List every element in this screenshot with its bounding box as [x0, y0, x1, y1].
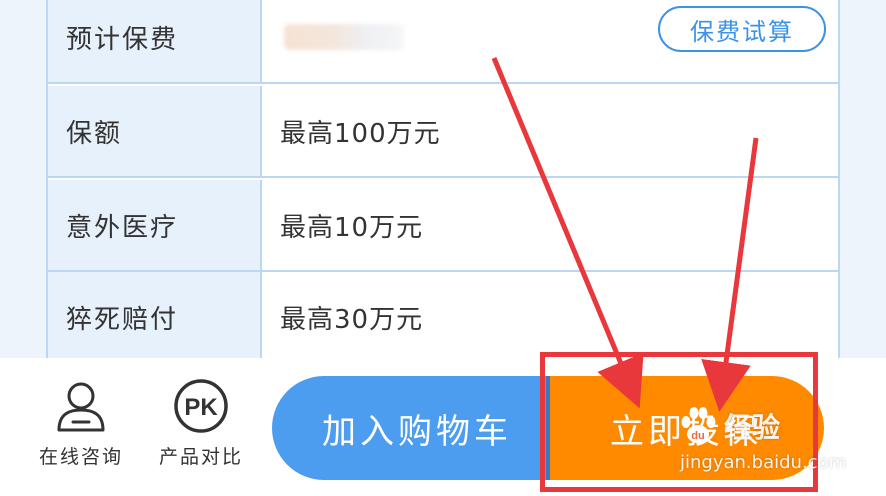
- premium-blurred-value: [284, 24, 404, 50]
- online-consult-button[interactable]: 在线咨询: [26, 378, 136, 488]
- product-compare-button[interactable]: PK 产品对比: [146, 378, 256, 488]
- pk-icon-text: PK: [184, 394, 218, 421]
- add-to-cart-button[interactable]: 加入购物车: [272, 376, 562, 480]
- online-consult-label: 在线咨询: [38, 446, 123, 468]
- accident-medical-value: 最高10万元: [280, 212, 424, 243]
- pk-compare-icon: PK: [174, 379, 228, 433]
- coverage-value: 最高100万元: [280, 118, 441, 149]
- sudden-death-value: 最高30万元: [280, 304, 424, 335]
- sudden-death-label: 猝死赔付: [48, 272, 262, 362]
- svg-text:du: du: [691, 430, 704, 442]
- coverage-label: 保额: [48, 86, 262, 176]
- watermark-url: jingyan.baidu.com: [680, 452, 847, 473]
- accident-medical-label: 意外医疗: [48, 180, 262, 270]
- table-row-accident-medical: 意外医疗 最高10万元: [48, 180, 838, 272]
- user-consult-icon: [57, 382, 105, 432]
- premium-calc-button[interactable]: 保费试算: [658, 6, 826, 52]
- table-row-coverage: 保额 最高100万元: [48, 86, 838, 178]
- premium-label: 预计保费: [48, 0, 262, 82]
- baidu-jingyan-watermark: du 经验 jingyan.baidu.com: [676, 404, 886, 492]
- table-row-premium: 预计保费 保费试算: [48, 0, 838, 84]
- watermark-brand: 经验: [724, 411, 781, 444]
- table-row-sudden-death: 猝死赔付 最高30万元: [48, 272, 838, 364]
- coverage-table: 预计保费 保费试算 保额 最高100万元 意外医疗 最高10万元 猝死赔付 最高…: [46, 0, 840, 364]
- product-compare-label: 产品对比: [158, 446, 243, 468]
- baidu-paw-icon: du: [681, 407, 716, 443]
